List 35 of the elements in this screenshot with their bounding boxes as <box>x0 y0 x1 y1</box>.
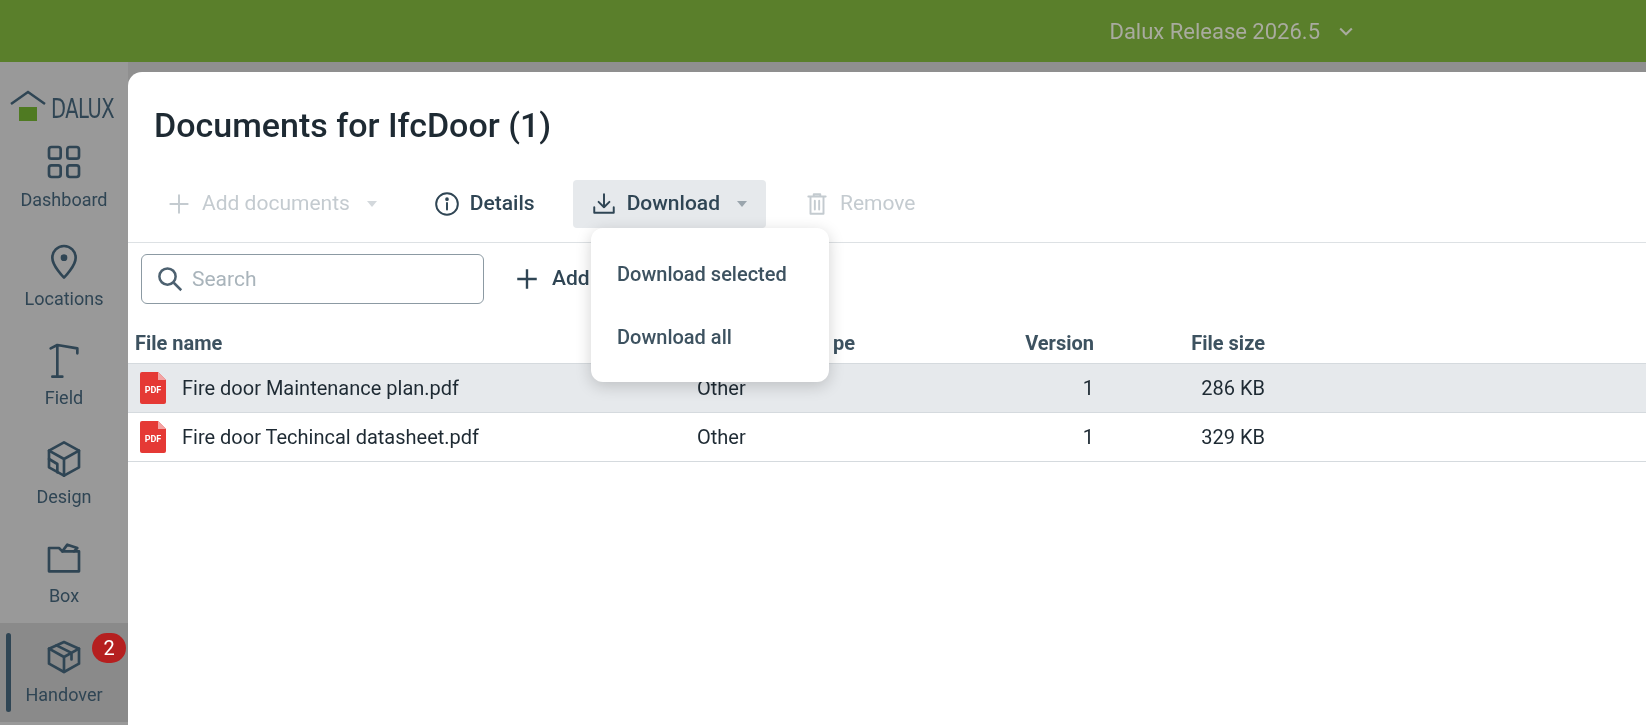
sidebar-item[interactable]: Design <box>0 425 128 524</box>
toolbar-button[interactable]: Details <box>415 179 553 228</box>
sidebar-item[interactable]: Dashboard <box>0 128 128 227</box>
sidebar-label: Design <box>36 485 92 509</box>
table-cell-text: 1 <box>1082 374 1094 402</box>
sidebar-label: Locations <box>24 287 104 311</box>
table-cell-text: Other <box>697 423 746 451</box>
sidebar-label: Field <box>44 386 84 410</box>
release-label: Dalux Release 2026.5 <box>1109 17 1320 46</box>
column-header: File size <box>1191 331 1265 355</box>
sidebar-item[interactable]: Field <box>0 326 128 425</box>
logo-text: DALUX <box>50 96 115 122</box>
sidebar-item[interactable]: Handover 2 <box>0 623 128 722</box>
table-cell-text: 329 KB <box>1201 423 1265 451</box>
column-header: Version <box>1025 331 1094 355</box>
table-row[interactable]: PDF Fire door Techincal datasheet.pdf Other 1 329 KB <box>128 412 1646 462</box>
sidebar-label: Dashboard <box>20 188 108 212</box>
table-cell-text: 1 <box>1082 423 1094 451</box>
table-cell-text: 286 KB <box>1201 374 1265 402</box>
column-header: File name <box>135 331 223 355</box>
sidebar-item[interactable]: Locations <box>0 227 128 326</box>
toolbar-button[interactable]: Download <box>572 179 766 228</box>
sidebar-item[interactable]: Box <box>0 524 128 623</box>
search-field[interactable]: Search <box>141 253 484 304</box>
dialog-title: Documents for IfcDoor (1) <box>153 104 553 147</box>
sidebar-label: Handover <box>25 683 103 707</box>
table-cell-text: Fire door Techincal datasheet.pdf <box>182 423 480 451</box>
sidebar-label: Box <box>48 584 80 608</box>
notification-badge: 2 <box>92 633 126 663</box>
column-header: pe <box>833 331 856 355</box>
file-type-label: PDF <box>143 434 163 444</box>
menu-item[interactable]: Download selected <box>591 242 829 305</box>
table-cell-text: Fire door Maintenance plan.pdf <box>182 374 460 402</box>
file-type-label: PDF <box>143 385 163 395</box>
add-button[interactable]: Add <box>514 262 590 295</box>
